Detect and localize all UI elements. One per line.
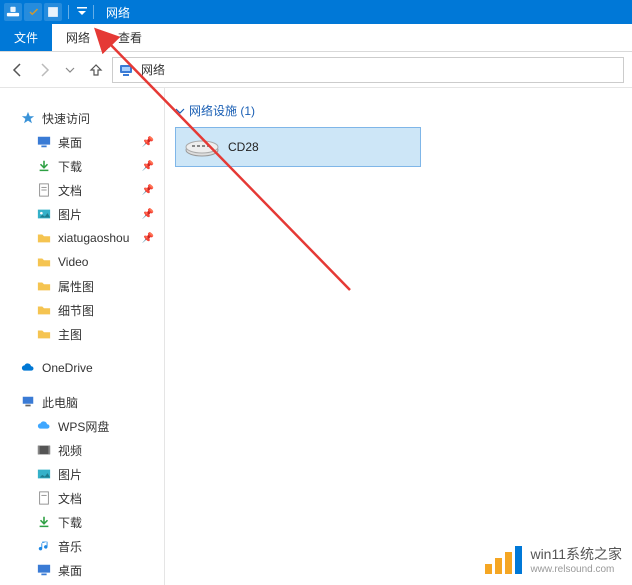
sidebar-item-label: 文档 xyxy=(58,182,82,199)
folder-icon xyxy=(36,302,52,318)
sidebar-item-desktop[interactable]: 桌面 📌 xyxy=(0,130,164,154)
item-label: CD28 xyxy=(228,140,259,154)
sidebar-item-label: 图片 xyxy=(58,206,82,223)
sidebar-item-label: 快速访问 xyxy=(42,110,90,127)
quick-access-toolbar xyxy=(4,3,98,21)
cloud-icon xyxy=(20,360,36,376)
sidebar-item-wps[interactable]: WPS网盘 xyxy=(0,414,164,438)
qat-customize-dropdown[interactable] xyxy=(77,7,87,17)
sidebar-item-pictures[interactable]: 图片 📌 xyxy=(0,202,164,226)
pictures-icon xyxy=(36,466,52,482)
qat-blank-icon[interactable] xyxy=(44,3,62,21)
sidebar-item-label: OneDrive xyxy=(42,361,93,375)
sidebar-item-quick-access[interactable]: 快速访问 xyxy=(0,106,164,130)
sidebar-item-label: Video xyxy=(58,255,88,269)
pin-icon: 📌 xyxy=(142,185,154,196)
pin-icon: 📌 xyxy=(142,209,154,220)
navigation-pane[interactable]: 快速访问 桌面 📌 下载 📌 文档 📌 图片 📌 xiatugaoshou 📌 xyxy=(0,88,165,585)
sidebar-item-label: 主图 xyxy=(58,326,82,343)
watermark-url: www.relsound.com xyxy=(530,564,622,575)
pin-icon: 📌 xyxy=(142,137,154,148)
back-button[interactable] xyxy=(8,60,28,80)
document-icon xyxy=(36,182,52,198)
sidebar-item-pictures[interactable]: 图片 xyxy=(0,462,164,486)
sidebar-item-folder[interactable]: 属性图 xyxy=(0,274,164,298)
download-icon xyxy=(36,514,52,530)
main-area: 快速访问 桌面 📌 下载 📌 文档 📌 图片 📌 xiatugaoshou 📌 xyxy=(0,88,632,585)
sidebar-item-this-pc[interactable]: 此电脑 xyxy=(0,390,164,414)
folder-icon xyxy=(36,230,52,246)
video-icon xyxy=(36,442,52,458)
sidebar-item-label: WPS网盘 xyxy=(58,418,109,435)
router-icon xyxy=(184,136,220,158)
sidebar-item-documents[interactable]: 文档 📌 xyxy=(0,178,164,202)
pin-icon: 📌 xyxy=(142,161,154,172)
document-icon xyxy=(36,490,52,506)
sidebar-item-downloads[interactable]: 下载 xyxy=(0,510,164,534)
star-icon xyxy=(20,110,36,126)
tab-view[interactable]: 查看 xyxy=(104,24,156,51)
content-area[interactable]: 网络设施 (1) CD28 xyxy=(165,88,632,585)
sidebar-item-label: 细节图 xyxy=(58,302,94,319)
desktop-icon xyxy=(36,134,52,150)
qat-separator xyxy=(68,5,69,19)
up-button[interactable] xyxy=(86,60,106,80)
sidebar-item-label: 视频 xyxy=(58,442,82,459)
ribbon-tabs: 文件 网络 查看 xyxy=(0,24,632,52)
window-title: 网络 xyxy=(106,4,130,21)
folder-icon xyxy=(36,254,52,270)
download-icon xyxy=(36,158,52,174)
cloud-icon xyxy=(36,418,52,434)
tab-network[interactable]: 网络 xyxy=(52,24,104,51)
sidebar-item-label: 文档 xyxy=(58,490,82,507)
sidebar-item-label: 此电脑 xyxy=(42,394,78,411)
sidebar-item-music[interactable]: 音乐 xyxy=(0,534,164,558)
watermark-logo xyxy=(485,546,522,574)
app-icon xyxy=(4,3,22,21)
sidebar-item-desktop[interactable]: 桌面 xyxy=(0,558,164,582)
group-header[interactable]: 网络设施 (1) xyxy=(175,102,622,119)
desktop-icon xyxy=(36,562,52,578)
chevron-down-icon xyxy=(175,106,185,116)
sidebar-item-folder[interactable]: Video xyxy=(0,250,164,274)
folder-icon xyxy=(36,278,52,294)
folder-icon xyxy=(36,326,52,342)
sidebar-item-label: 属性图 xyxy=(58,278,94,295)
navigation-bar: 网络 xyxy=(0,52,632,88)
address-bar[interactable]: 网络 xyxy=(112,57,624,83)
network-icon xyxy=(117,61,135,79)
pictures-icon xyxy=(36,206,52,222)
sidebar-item-label: 下载 xyxy=(58,514,82,531)
watermark: win11系统之家 www.relsound.com xyxy=(485,544,622,575)
sidebar-item-onedrive[interactable]: OneDrive xyxy=(0,356,164,380)
sidebar-item-folder[interactable]: xiatugaoshou 📌 xyxy=(0,226,164,250)
sidebar-item-folder[interactable]: 细节图 xyxy=(0,298,164,322)
sidebar-item-video[interactable]: 视频 xyxy=(0,438,164,462)
sidebar-item-label: 桌面 xyxy=(58,134,82,151)
recent-locations-dropdown[interactable] xyxy=(60,60,80,80)
titlebar: 网络 xyxy=(0,0,632,24)
qat-separator xyxy=(93,5,94,19)
forward-button[interactable] xyxy=(34,60,54,80)
tab-file[interactable]: 文件 xyxy=(0,24,52,51)
address-text: 网络 xyxy=(141,61,619,78)
sidebar-item-documents[interactable]: 文档 xyxy=(0,486,164,510)
pin-icon: 📌 xyxy=(142,233,154,244)
group-label: 网络设施 (1) xyxy=(189,102,255,119)
sidebar-item-label: 下载 xyxy=(58,158,82,175)
sidebar-item-label: xiatugaoshou xyxy=(58,231,129,245)
sidebar-item-downloads[interactable]: 下载 📌 xyxy=(0,154,164,178)
sidebar-item-label: 图片 xyxy=(58,466,82,483)
sidebar-item-label: 桌面 xyxy=(58,562,82,579)
sidebar-item-folder[interactable]: 主图 xyxy=(0,322,164,346)
music-icon xyxy=(36,538,52,554)
pc-icon xyxy=(20,394,36,410)
watermark-text: win11系统之家 xyxy=(530,544,622,564)
network-device-item[interactable]: CD28 xyxy=(175,127,421,167)
qat-properties-icon[interactable] xyxy=(24,3,42,21)
sidebar-item-label: 音乐 xyxy=(58,538,82,555)
